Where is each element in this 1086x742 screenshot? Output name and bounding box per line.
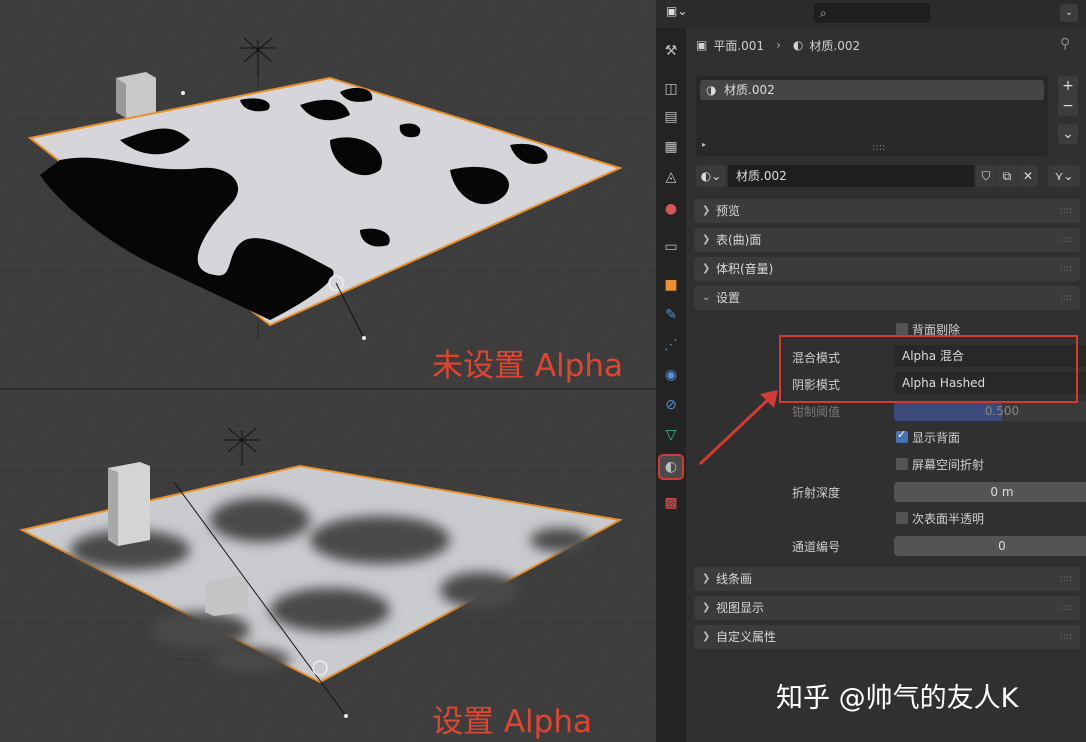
panel-volume[interactable]: ❯ 体积(音量):::: [694,257,1080,281]
viewport-scene [0,0,656,388]
object-tab-icon[interactable]: ■ [660,274,682,296]
pass-index-field[interactable]: 0 [894,536,1086,556]
slot-menu-button[interactable]: ⌄ [1058,124,1078,144]
refraction-depth-field[interactable]: 0 m [894,482,1086,502]
cube-object [116,72,156,118]
chevron-right-icon: ❯ [702,631,711,642]
physics-tab-icon[interactable]: ◉ [660,364,682,386]
breadcrumb: ▣ 平面.001 › ◐ 材质.002 [696,34,860,56]
chevron-right-icon: ❯ [702,234,711,245]
panel-viewport-display[interactable]: ❯ 视图显示:::: [694,596,1080,620]
drag-grip-icon[interactable]: :::: [1060,596,1072,620]
subsurface-translucency-label: 次表面半透明 [912,512,985,526]
add-slot-button[interactable]: + [1058,76,1078,96]
chevron-right-icon: ❯ [702,602,711,613]
render-tab-icon[interactable]: ◫ [660,78,682,100]
node-link-button[interactable]: ⋎⌄ [1048,165,1080,187]
material-slot-list[interactable]: ◑ 材质.002 ▸ :::: [696,76,1048,156]
clip-threshold-label: 钳制阈值 [791,405,840,419]
pass-index-label: 通道编号 [791,540,840,554]
panel-surface[interactable]: ❯ 表(曲)面:::: [694,228,1080,252]
search-icon: ⌕ [820,6,827,20]
panel-lineart[interactable]: ❯ 线条画:::: [694,567,1080,591]
material-slot-item[interactable]: ◑ 材质.002 [700,80,1044,100]
collection-tab-icon[interactable]: ▭ [660,236,682,258]
caption-with-alpha: 设置 Alpha [432,704,592,740]
material-icon: ◐ [792,38,804,52]
browse-material-button[interactable]: ◐⌄ [696,165,726,187]
properties-tabs: ⚒ ◫ ▤ ▦ ◬ ● ▭ ■ ✎ ⋰ ◉ ⊘ ▽ ◐ ▩ [656,28,686,742]
drag-grip-icon[interactable]: :::: [1060,228,1072,252]
material-slot-label: 材质.002 [724,83,775,97]
panel-custom-properties[interactable]: ❯ 自定义属性:::: [694,625,1080,649]
tool-tab-icon[interactable]: ⚒ [660,40,682,62]
chevron-right-icon: ❯ [702,573,711,584]
panel-settings-label: 设置 [716,291,741,305]
annotation-arrow-icon [698,390,778,466]
mesh-object-icon: ▣ [696,38,708,52]
data-tab-icon[interactable]: ▽ [660,424,682,446]
view-layer-tab-icon[interactable]: ▦ [660,136,682,158]
panel-preview[interactable]: ❯ 预览:::: [694,199,1080,223]
drag-grip-icon[interactable]: :::: [1060,286,1072,310]
viewport-with-alpha[interactable]: 设置 Alpha [0,388,656,742]
caption-no-alpha: 未设置 Alpha [432,348,623,384]
panel-settings[interactable]: ⌄ 设置:::: [694,286,1080,310]
material-icon: ◑ [706,83,717,97]
chevron-down-icon: ⌄ [702,292,711,303]
output-tab-icon[interactable]: ▤ [660,106,682,128]
world-tab-icon[interactable]: ● [660,198,682,220]
constraints-tab-icon[interactable]: ⊘ [660,394,682,416]
material-tab-icon[interactable]: ◐ [658,454,684,480]
modifier-tab-icon[interactable]: ✎ [660,304,682,326]
expand-triangle-icon[interactable]: ▸ [702,140,706,149]
drag-grip-icon[interactable]: :::: [1060,257,1072,281]
panel-lineart-label: 线条画 [716,572,753,586]
particles-tab-icon[interactable]: ⋰ [660,334,682,356]
texture-tab-icon[interactable]: ▩ [660,492,682,514]
cube-object [108,462,150,546]
options-dropdown[interactable]: ⌄ [1060,4,1078,22]
screen-space-refraction-label: 屏幕空间折射 [912,458,985,472]
duplicate-material-icon[interactable]: ⧉ [997,165,1017,187]
clip-threshold-slider[interactable]: 0.500 [894,401,1086,421]
subsurface-translucency-checkbox[interactable] [896,512,908,524]
chevron-right-icon: ❯ [702,205,711,216]
remove-slot-button[interactable]: − [1058,96,1078,116]
panel-preview-label: 预览 [716,204,741,218]
panel-viewport-display-label: 视图显示 [716,601,765,615]
show-backface-checkbox[interactable]: ✓ [896,428,908,443]
viewport-scene-alpha [0,390,656,742]
drag-grip-icon[interactable]: :::: [1060,567,1072,591]
unlink-close-icon[interactable]: ✕ [1018,165,1038,187]
material-name-field[interactable]: 材质.002 [728,165,974,187]
screen-space-refraction-checkbox[interactable] [896,458,908,470]
pin-icon[interactable]: ⚲ [1060,36,1070,52]
panel-custom-properties-label: 自定义属性 [716,630,777,644]
refraction-depth-label: 折射深度 [791,486,840,500]
watermark-text: 知乎 @帅气的友人K [776,683,1019,714]
properties-editor-icon[interactable]: ▣⌄ [666,4,696,24]
panel-volume-label: 体积(音量) [716,262,774,276]
resize-grip-icon[interactable]: :::: [872,142,885,153]
breadcrumb-object: 平面.001 [713,38,765,53]
search-input[interactable]: ⌕ [814,3,930,23]
chevron-right-icon: ❯ [702,263,711,274]
annotation-highlight-box [779,335,1078,403]
fake-user-shield-icon[interactable]: ⛉ [976,165,996,187]
properties-header: ▣⌄ ⌕ ⌄ [656,0,1086,28]
drag-grip-icon[interactable]: :::: [1060,625,1072,649]
backface-culling-checkbox[interactable] [896,323,908,335]
show-backface-label: 显示背面 [912,431,961,445]
checkmark-icon: ✓ [897,428,907,441]
scene-tab-icon[interactable]: ◬ [660,166,682,188]
material-selector: ◐⌄ 材质.002 ⛉ ⧉ ✕ [696,165,1039,187]
viewport-without-alpha[interactable]: 未设置 Alpha [0,0,656,388]
breadcrumb-material: 材质.002 [809,38,861,53]
chevron-right-icon: › [776,38,781,52]
panel-surface-label: 表(曲)面 [716,233,762,247]
drag-grip-icon[interactable]: :::: [1060,199,1072,223]
